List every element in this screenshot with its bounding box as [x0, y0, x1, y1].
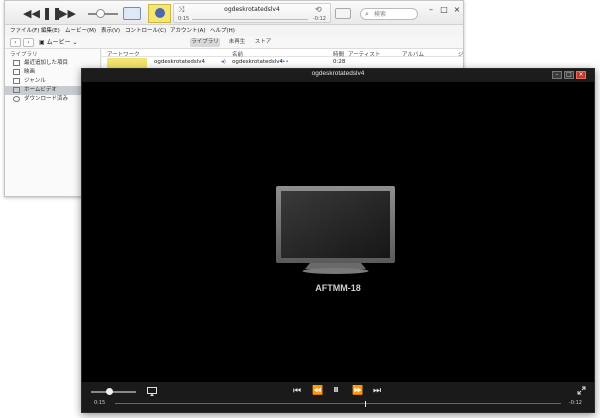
- tv-icon: [276, 186, 395, 274]
- menu-movie[interactable]: ムービー(M): [65, 26, 96, 34]
- volume-knob[interactable]: [106, 388, 113, 395]
- artwork-title: ogdeskrotatedslv4: [154, 59, 205, 65]
- menu-help[interactable]: ヘルプ(H): [210, 26, 235, 34]
- next-button[interactable]: ▶▶: [59, 8, 76, 20]
- now-playing-display[interactable]: ogdeskrotatedslv4 0:15 -0:12: [173, 3, 331, 23]
- genre-icon: [13, 78, 20, 84]
- menu-edit[interactable]: 編集(E): [41, 26, 60, 34]
- table-row[interactable]: ogdeskrotatedslv4 ◂) ogdeskrotatedslv4 •…: [102, 57, 463, 67]
- fullscreen-icon[interactable]: [577, 386, 586, 395]
- menu-account[interactable]: アカウント(A): [170, 26, 206, 34]
- shuffle-icon[interactable]: ⤨: [178, 5, 184, 15]
- forward-arrow-icon[interactable]: ›: [23, 38, 34, 47]
- maximize-icon[interactable]: □: [439, 5, 449, 15]
- desktop: ◀◀ ❚❚ ▶▶ ogdeskrotatedslv4 0:15 -0:12 ⤨ …: [0, 0, 600, 418]
- playhead[interactable]: [364, 401, 366, 407]
- player-titlebar[interactable]: ogdeskrotatedslv4 – □ ×: [82, 69, 594, 82]
- row-time: 0:28: [333, 59, 346, 65]
- menu-file[interactable]: ファイル(F): [10, 26, 39, 34]
- skip-back-icon[interactable]: ⏮: [293, 386, 301, 397]
- minimize-icon[interactable]: –: [552, 71, 562, 79]
- menu-bar: ファイル(F) 編集(E) ムービー(M) 表示(V) コントロール(C) アカ…: [5, 25, 463, 36]
- minimize-icon[interactable]: –: [426, 5, 436, 15]
- search-icon: ⌕: [365, 10, 369, 18]
- skip-forward-icon[interactable]: ⏭: [373, 386, 381, 397]
- player-control-bar: ⏮ ⏪ ⏸ ⏩ ⏭ 0:15 -0:12: [82, 382, 594, 412]
- itunes-toolbar: ◀◀ ❚❚ ▶▶ ogdeskrotatedslv4 0:15 -0:12 ⤨ …: [5, 1, 463, 25]
- media-kind-label: ムービー: [46, 39, 71, 46]
- now-playing-artwork: [148, 4, 171, 23]
- close-icon[interactable]: ×: [452, 5, 462, 15]
- fast-forward-icon[interactable]: ⏩: [352, 386, 363, 397]
- sidebar-item-recently-added[interactable]: 最近追加した項目: [5, 59, 101, 68]
- menu-view[interactable]: 表示(V): [101, 26, 120, 34]
- speaker-icon: ◂): [221, 59, 226, 65]
- sidebar-item-label: ホームビデオ: [24, 87, 57, 93]
- tab-unplayed[interactable]: 未再生: [225, 38, 249, 47]
- column-header-row: アートワーク 名前 時間 アーティスト アルバム ジ: [102, 49, 463, 58]
- more-options-icon[interactable]: •••: [279, 57, 289, 67]
- sidebar-item-label: 映画: [24, 69, 36, 75]
- video-player-window[interactable]: ogdeskrotatedslv4 – □ × AFTMM-18 ⏮ ⏪ ⏸ ⏩…: [81, 68, 595, 413]
- airplay-device-name: AFTMM-18: [315, 283, 361, 293]
- download-icon: [13, 96, 20, 102]
- menu-controls[interactable]: コントロール(C): [125, 26, 166, 34]
- tab-store[interactable]: ストア: [253, 38, 273, 47]
- airplay-icon[interactable]: [147, 387, 157, 396]
- film-icon: [13, 69, 20, 75]
- sidebar-item-label: ジャンル: [24, 78, 46, 84]
- volume-knob[interactable]: [96, 9, 105, 18]
- sidebar-item-label: 最近追加した項目: [24, 60, 69, 66]
- maximize-icon[interactable]: □: [564, 71, 574, 79]
- recent-icon: [13, 60, 20, 66]
- elapsed-time: 0:15: [178, 16, 190, 22]
- close-icon[interactable]: ×: [576, 71, 586, 79]
- tab-library[interactable]: ライブラリ: [190, 38, 220, 47]
- airplay-icon[interactable]: [123, 7, 141, 20]
- up-next-list-button[interactable]: [335, 8, 351, 19]
- artwork-glyph: [155, 8, 165, 18]
- now-playing-progress[interactable]: [192, 19, 308, 20]
- previous-button[interactable]: ◀◀: [23, 8, 40, 20]
- search-field[interactable]: ⌕ 検索: [360, 8, 418, 20]
- elapsed-time: 0:15: [94, 400, 106, 406]
- sidebar-heading: ライブラリ: [10, 52, 38, 58]
- media-kind-selector[interactable]: ▣ ムービー ⌄: [39, 38, 94, 47]
- remaining-time: -0:12: [312, 16, 326, 22]
- volume-slider[interactable]: [91, 391, 136, 393]
- playback-progress-bar[interactable]: [115, 403, 561, 404]
- rewind-icon[interactable]: ⏪: [312, 386, 323, 397]
- remaining-time: -0:12: [568, 400, 582, 406]
- row-name: ogdeskrotatedslv4: [232, 59, 283, 65]
- home-video-icon: [13, 87, 20, 93]
- navigation-bar: ‹ › ▣ ムービー ⌄ ライブラリ 未再生 ストア: [5, 36, 463, 49]
- pause-icon[interactable]: ⏸: [333, 383, 339, 395]
- repeat-icon[interactable]: ⟲: [315, 5, 322, 14]
- search-placeholder: 検索: [374, 11, 387, 18]
- player-title: ogdeskrotatedslv4: [311, 70, 365, 77]
- back-arrow-icon[interactable]: ‹: [10, 38, 21, 47]
- sidebar-item-label: ダウンロード済み: [24, 96, 69, 102]
- now-playing-title: ogdeskrotatedslv4: [224, 6, 280, 13]
